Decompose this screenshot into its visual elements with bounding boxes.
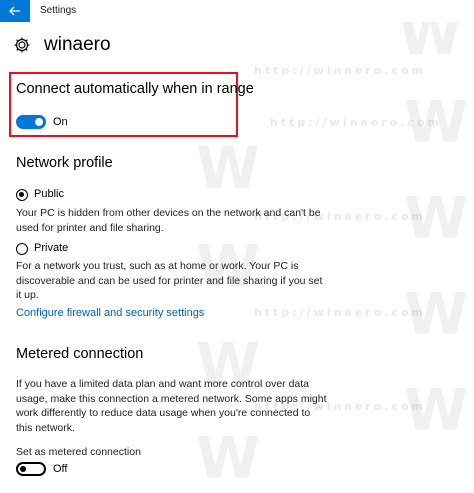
app-title: Settings xyxy=(40,5,77,16)
metered-description-line: If you have a limited data plan and want… xyxy=(16,378,310,390)
metered-description-line: this network. xyxy=(16,421,75,434)
auto-connect-state: On xyxy=(53,116,68,128)
private-radio-label[interactable]: Private xyxy=(34,242,68,254)
public-radio[interactable] xyxy=(16,189,28,201)
network-profile-heading: Network profile xyxy=(16,155,113,171)
watermark-logo: W xyxy=(196,134,260,202)
auto-connect-heading: Connect automatically when in range xyxy=(16,81,254,97)
metered-state: Off xyxy=(53,463,68,475)
watermark-url: http://winaero.com xyxy=(254,306,427,319)
watermark-url: http://winaero.com xyxy=(270,116,443,129)
back-button[interactable] xyxy=(0,0,30,22)
firewall-settings-link[interactable]: Configure firewall and security settings xyxy=(16,307,204,319)
toggle-knob xyxy=(20,466,26,472)
private-description-line: discoverable and can be used for printer… xyxy=(16,274,323,287)
watermark-logo: W xyxy=(404,376,468,444)
public-radio-label[interactable]: Public xyxy=(34,188,64,200)
back-arrow-icon xyxy=(9,6,20,16)
public-description-line: Your PC is hidden from other devices on … xyxy=(16,207,321,219)
watermark-logo: W xyxy=(404,184,468,252)
metered-description: If you have a limited data plan and want… xyxy=(16,377,327,435)
private-description: For a network you trust, such as at home… xyxy=(16,259,322,303)
private-description-line: For a network you trust, such as at home… xyxy=(16,260,299,272)
page-header: winaero xyxy=(12,34,111,56)
auto-connect-toggle[interactable] xyxy=(16,115,46,129)
private-radio[interactable] xyxy=(16,243,28,255)
metered-description-line: usage, make this connection a metered ne… xyxy=(16,392,327,405)
gear-icon xyxy=(12,35,32,55)
toggle-knob xyxy=(35,118,43,126)
watermark-logo: W xyxy=(404,88,468,156)
watermark-logo: W xyxy=(404,280,468,348)
public-description: Your PC is hidden from other devices on … xyxy=(16,206,321,235)
watermark-url: http://winaero.com xyxy=(254,64,427,77)
title-bar: Settings xyxy=(0,0,474,22)
private-description-line: it up. xyxy=(16,289,39,301)
page-title: winaero xyxy=(44,34,111,55)
metered-connection-heading: Metered connection xyxy=(16,346,144,362)
metered-toggle-caption: Set as metered connection xyxy=(16,446,141,458)
metered-toggle[interactable] xyxy=(16,462,46,476)
public-description-line: used for printer and file sharing. xyxy=(16,221,164,234)
metered-description-line: work differently to reduce data usage wh… xyxy=(16,407,311,419)
